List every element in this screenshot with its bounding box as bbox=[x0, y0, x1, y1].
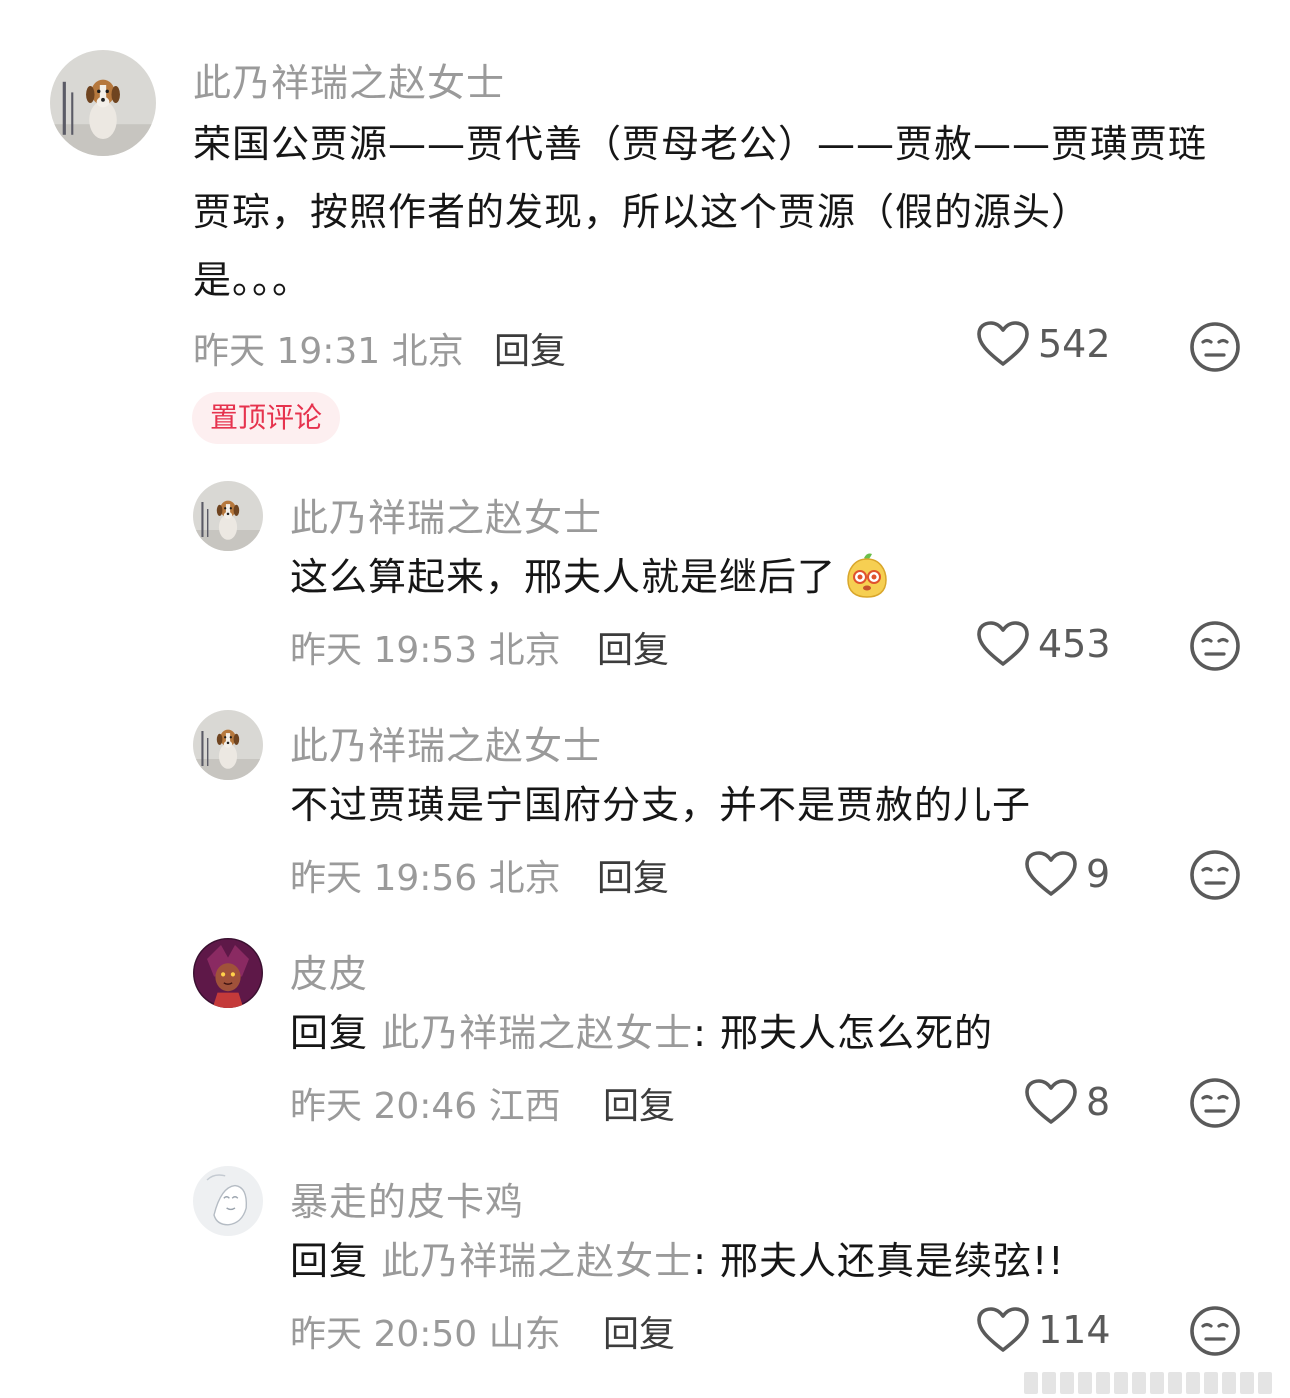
reply-timestamp: 昨天 20:46 江西 bbox=[290, 1086, 561, 1127]
reply-text: 不过贾璜是宁国府分支，并不是贾赦的儿子 bbox=[290, 783, 1032, 827]
bean-face-emoji-icon bbox=[842, 550, 892, 600]
reply-timestamp: 昨天 20:50 山东 bbox=[290, 1314, 561, 1355]
avatar[interactable] bbox=[193, 938, 263, 1008]
watermark bbox=[1024, 1372, 1272, 1394]
reply-text: 回复 此乃祥瑞之赵女士: 邢夫人怎么死的 bbox=[290, 999, 993, 1067]
heart-outline-icon bbox=[1024, 850, 1078, 898]
heart-outline-icon bbox=[976, 320, 1030, 368]
reply-author[interactable]: 此乃祥瑞之赵女士 bbox=[290, 715, 602, 770]
mention-link[interactable]: 此乃祥瑞之赵女士 bbox=[381, 1011, 693, 1055]
comment-author[interactable]: 此乃祥瑞之赵女士 bbox=[193, 52, 505, 107]
avatar[interactable] bbox=[193, 481, 263, 551]
reply-author[interactable]: 此乃祥瑞之赵女士 bbox=[290, 487, 602, 542]
reply-button[interactable]: 回复 bbox=[603, 1305, 675, 1357]
reply-author[interactable]: 皮皮 bbox=[290, 943, 368, 998]
reply-timestamp: 昨天 19:56 北京 bbox=[290, 858, 561, 899]
avatar[interactable] bbox=[50, 50, 156, 156]
dislike-button[interactable] bbox=[1189, 849, 1241, 901]
reply-button[interactable]: 回复 bbox=[603, 1077, 675, 1129]
like-button[interactable]: 8 bbox=[1024, 1078, 1110, 1126]
comment-timestamp: 昨天 19:31 北京 bbox=[193, 331, 464, 372]
mention-link[interactable]: 此乃祥瑞之赵女士 bbox=[381, 1239, 693, 1283]
meh-face-icon bbox=[1189, 1077, 1241, 1129]
reply-prefix: 回复 bbox=[290, 1011, 369, 1055]
like-count: 114 bbox=[1038, 1308, 1111, 1352]
like-button[interactable]: 114 bbox=[976, 1306, 1111, 1354]
dislike-button[interactable] bbox=[1189, 620, 1241, 672]
comment-text-line-2: 贾琮，按照作者的发现，所以这个贾源（假的源头） bbox=[193, 190, 1091, 234]
heart-outline-icon bbox=[1024, 1078, 1078, 1126]
like-count: 9 bbox=[1086, 852, 1111, 896]
dislike-button[interactable] bbox=[1189, 321, 1241, 373]
avatar-hero-image bbox=[193, 938, 263, 1008]
avatar-dog-image bbox=[193, 481, 263, 551]
comment-text-line-3: 是。。。 bbox=[193, 258, 312, 302]
reply-text-body: : 邢夫人还真是续弦!! bbox=[693, 1239, 1065, 1283]
like-count: 453 bbox=[1038, 622, 1111, 666]
meh-face-icon bbox=[1189, 321, 1241, 373]
meh-face-icon bbox=[1189, 620, 1241, 672]
avatar[interactable] bbox=[193, 710, 263, 780]
reply-text-body: 这么算起来，邢夫人就是继后了 bbox=[290, 555, 837, 599]
avatar[interactable] bbox=[193, 1166, 263, 1236]
reply-timestamp: 昨天 19:53 北京 bbox=[290, 630, 561, 671]
reply-text: 这么算起来，邢夫人就是继后了 bbox=[290, 543, 892, 611]
dislike-button[interactable] bbox=[1189, 1077, 1241, 1129]
reply-text: 回复 此乃祥瑞之赵女士: 邢夫人还真是续弦!! bbox=[290, 1227, 1064, 1295]
meh-face-icon bbox=[1189, 849, 1241, 901]
comment-text-line-1: 荣国公贾源——贾代善（贾母老公）——贾赦——贾璜贾琏 bbox=[193, 122, 1208, 166]
reply-prefix: 回复 bbox=[290, 1239, 369, 1283]
dislike-button[interactable] bbox=[1189, 1305, 1241, 1357]
avatar-dog-image bbox=[193, 710, 263, 780]
heart-outline-icon bbox=[976, 1306, 1030, 1354]
reply-author[interactable]: 暴走的皮卡鸡 bbox=[290, 1171, 524, 1226]
like-count: 8 bbox=[1086, 1080, 1111, 1124]
reply-text-body: : 邢夫人怎么死的 bbox=[693, 1011, 994, 1055]
reply-button[interactable]: 回复 bbox=[494, 322, 566, 374]
reply-button[interactable]: 回复 bbox=[597, 621, 669, 673]
like-count: 542 bbox=[1038, 322, 1111, 366]
pinned-comment-badge: 置顶评论 bbox=[192, 392, 341, 444]
meh-face-icon bbox=[1189, 1305, 1241, 1357]
like-button[interactable]: 9 bbox=[1024, 850, 1110, 898]
heart-outline-icon bbox=[976, 620, 1030, 668]
like-button[interactable]: 453 bbox=[976, 620, 1111, 668]
avatar-sketch-image bbox=[193, 1166, 263, 1236]
reply-button[interactable]: 回复 bbox=[597, 849, 669, 901]
like-button[interactable]: 542 bbox=[976, 320, 1111, 368]
avatar-dog-image bbox=[50, 50, 156, 156]
